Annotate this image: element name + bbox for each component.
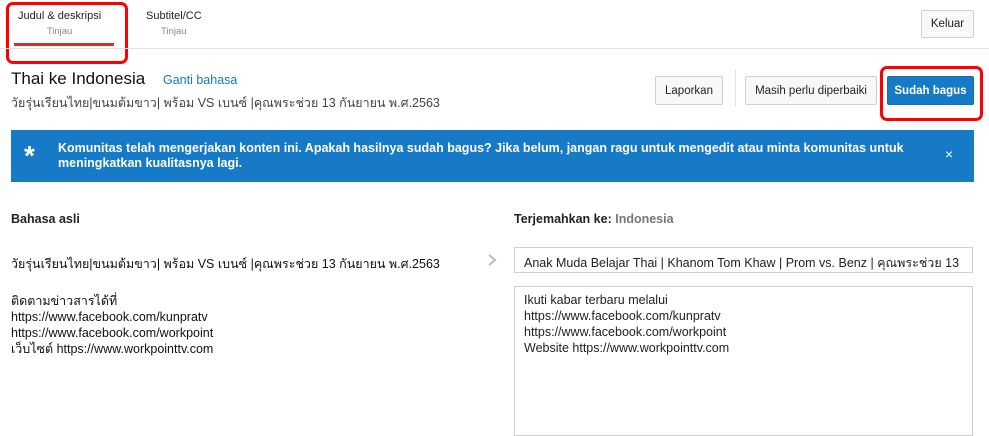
change-language-link[interactable]: Ganti bahasa (163, 73, 237, 87)
needs-work-button[interactable]: Masih perlu diperbaiki (745, 76, 877, 105)
translate-to-text: Terjemahkan ke: (514, 212, 612, 226)
translated-title-input[interactable]: Anak Muda Belajar Thai | Khanom Tom Khaw… (514, 247, 973, 273)
chevron-right-icon (488, 254, 497, 266)
original-language-label: Bahasa asli (11, 212, 80, 226)
report-button[interactable]: Laporkan (655, 76, 723, 105)
page-title: Thai ke Indonesia (11, 69, 146, 88)
video-title: วัยรุ่นเรียนไทย|ขนมต้มขาว| พร้อม VS เบนซ… (11, 96, 440, 110)
banner-message: Komunitas telah mengerjakan konten ini. … (58, 141, 904, 170)
target-language: Indonesia (615, 212, 674, 226)
tab-title-description-status: Tinjau (46, 26, 73, 37)
tab-subtitles-label: Subtitel/CC (146, 10, 202, 22)
info-banner: * Komunitas telah mengerjakan konten ini… (11, 130, 974, 182)
original-title: วัยรุ่นเรียนไทย|ขนมต้มขาว| พร้อม VS เบนซ… (11, 257, 440, 271)
action-divider (735, 69, 736, 107)
original-description: ติดตามข่าวสารได้ที่ https://www.facebook… (11, 294, 214, 356)
translated-description-textarea[interactable]: Ikuti kabar terbaru melalui https://www.… (514, 286, 973, 436)
looks-good-button[interactable]: Sudah bagus (887, 76, 974, 105)
tab-divider (0, 48, 989, 49)
tab-title-description-label: Judul & deskripsi (18, 10, 102, 22)
tab-subtitles-status: Tinjau (161, 26, 187, 37)
close-icon[interactable]: × (945, 146, 953, 162)
tab-title-description[interactable]: Judul & deskripsi Tinjau (18, 10, 101, 37)
tab-subtitles[interactable]: Subtitel/CC Tinjau (146, 10, 202, 37)
active-tab-indicator (14, 43, 114, 46)
exit-button[interactable]: Keluar (921, 10, 974, 38)
community-star-icon: * (24, 140, 35, 171)
translate-to-label: Terjemahkan ke: Indonesia (514, 212, 674, 226)
